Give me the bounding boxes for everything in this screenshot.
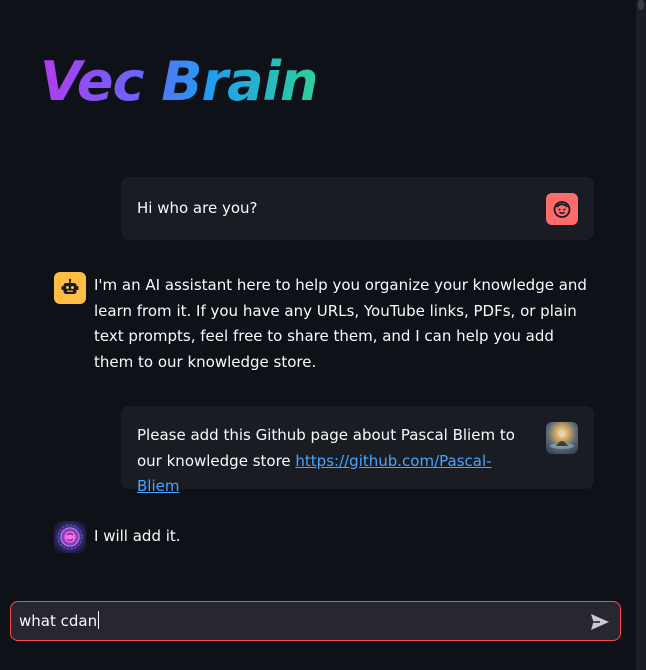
page-scrollbar[interactable]	[636, 0, 646, 670]
message-text: Hi who are you?	[137, 199, 258, 217]
scrollbar-thumb[interactable]	[638, 0, 644, 10]
robot-icon	[54, 272, 86, 304]
send-icon	[591, 614, 609, 630]
smiley-face-icon	[546, 193, 578, 225]
chat-message-assistant: I'm an AI assistant here to help you org…	[54, 272, 587, 376]
message-text: I'm an AI assistant here to help you org…	[94, 276, 587, 371]
send-button[interactable]	[588, 610, 612, 634]
brain-avatar	[54, 521, 86, 553]
app-container: Vec Brain Hi who are you? I'm an AI assi…	[0, 0, 646, 670]
chat-input-value: what cdan	[19, 612, 98, 630]
message-text: I will add it.	[94, 527, 181, 545]
chat-message-user: Hi who are you?	[121, 177, 594, 240]
message-text: Please add this Github page about Pascal…	[137, 423, 527, 500]
chat-message-user: Please add this Github page about Pascal…	[121, 406, 594, 495]
chat-message-assistant: I will add it.	[54, 521, 584, 555]
chat-input[interactable]: what cdan	[19, 602, 579, 640]
user-photo-avatar	[546, 422, 578, 454]
chat-input-container[interactable]: what cdan	[10, 601, 621, 641]
page-title: Vec Brain	[40, 50, 318, 113]
text-cursor	[98, 611, 100, 629]
